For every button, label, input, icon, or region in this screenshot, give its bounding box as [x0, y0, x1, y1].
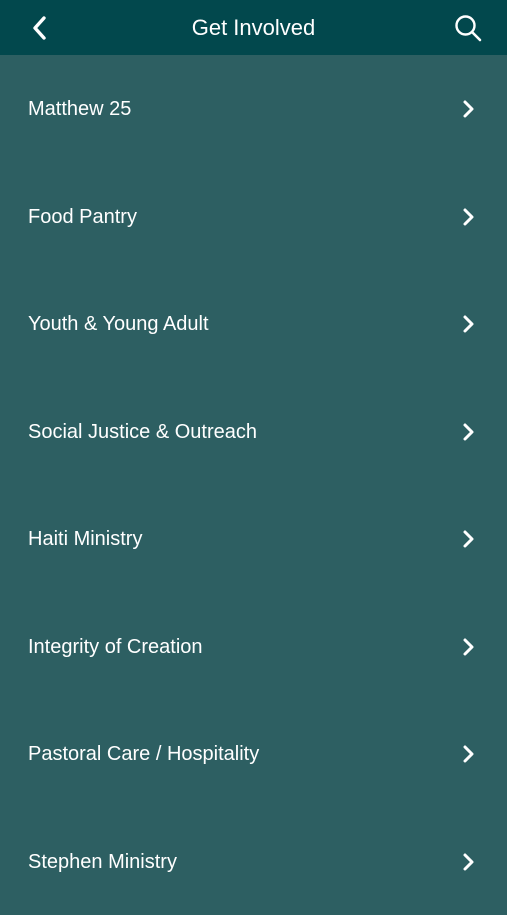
list-item-label: Food Pantry — [28, 203, 137, 231]
list-item-label: Stephen Ministry — [28, 848, 177, 876]
chevron-right-icon — [460, 207, 478, 227]
list-item-label: Matthew 25 — [28, 95, 131, 123]
list-item-label: Integrity of Creation — [28, 633, 203, 661]
chevron-right-icon — [460, 852, 478, 872]
list-item-haiti-ministry[interactable]: Haiti Ministry — [0, 485, 507, 593]
list-item-label: Social Justice & Outreach — [28, 418, 257, 446]
list-item-label: Pastoral Care / Hospitality — [28, 740, 259, 768]
search-icon — [453, 13, 483, 43]
list-item-matthew-25[interactable]: Matthew 25 — [0, 55, 507, 163]
chevron-right-icon — [460, 529, 478, 549]
list-item-youth-young-adult[interactable]: Youth & Young Adult — [0, 270, 507, 378]
list-item-stephen-ministry[interactable]: Stephen Ministry — [0, 808, 507, 915]
header-bar: Get Involved — [0, 0, 507, 55]
list-item-social-justice-outreach[interactable]: Social Justice & Outreach — [0, 378, 507, 486]
chevron-right-icon — [460, 99, 478, 119]
list-item-label: Haiti Ministry — [28, 525, 142, 553]
list-item-integrity-of-creation[interactable]: Integrity of Creation — [0, 593, 507, 701]
page-title: Get Involved — [0, 0, 507, 55]
chevron-right-icon — [460, 744, 478, 764]
list-item-food-pantry[interactable]: Food Pantry — [0, 163, 507, 271]
list-item-pastoral-care-hospitality[interactable]: Pastoral Care / Hospitality — [0, 700, 507, 808]
chevron-right-icon — [460, 637, 478, 657]
menu-list: Matthew 25 Food Pantry Youth & Young Adu… — [0, 55, 507, 915]
search-button[interactable] — [451, 11, 485, 45]
chevron-right-icon — [460, 422, 478, 442]
list-item-label: Youth & Young Adult — [28, 310, 209, 338]
chevron-right-icon — [460, 314, 478, 334]
